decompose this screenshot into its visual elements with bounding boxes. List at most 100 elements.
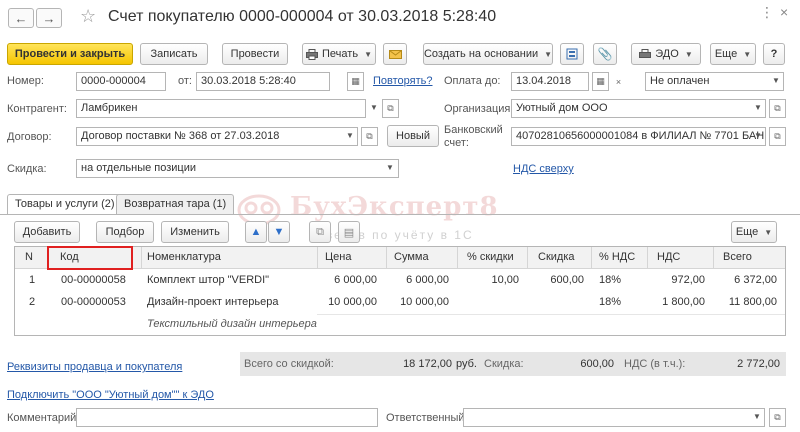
- chevron-down-icon[interactable]: ▼: [754, 131, 762, 140]
- chevron-down-icon[interactable]: ▼: [753, 412, 761, 421]
- discount-total-value: 600,00: [580, 358, 614, 370]
- col-header-total[interactable]: Всего: [723, 251, 752, 263]
- row-code: 00-00000053: [61, 296, 126, 308]
- row-item-description: Текстильный дизайн интерьера: [147, 318, 317, 330]
- page-title: Счет покупателю 0000-000004 от 30.03.201…: [108, 8, 497, 25]
- date-field[interactable]: 30.03.2018 5:28:40: [196, 72, 330, 91]
- discount-select[interactable]: на отдельные позиции: [76, 159, 399, 178]
- responsible-field[interactable]: [463, 408, 765, 427]
- document-structure-button[interactable]: [560, 43, 584, 65]
- chevron-down-icon[interactable]: ▼: [386, 163, 394, 172]
- email-button[interactable]: [383, 43, 407, 65]
- chevron-down-icon[interactable]: ▼: [370, 103, 378, 112]
- bank-account-label-1: Банковский: [444, 124, 503, 136]
- calendar-button[interactable]: ▦: [592, 72, 609, 91]
- col-header-vat[interactable]: НДС: [657, 251, 680, 263]
- col-header-discount-pct[interactable]: % скидки: [467, 251, 514, 263]
- forward-button[interactable]: →: [36, 8, 62, 28]
- open-organization-button[interactable]: ⧉: [769, 99, 786, 118]
- add-row-button[interactable]: Добавить: [14, 221, 80, 243]
- open-responsible-button[interactable]: ⧉: [769, 408, 786, 427]
- arrow-left-icon: ←: [14, 10, 28, 26]
- watermark-tagline: ответов по учёту в 1С: [310, 228, 474, 242]
- move-up-button[interactable]: ▲: [245, 221, 267, 243]
- table-row[interactable]: 1 00-00000058 Комплект штор "VERDI" 6 00…: [15, 270, 785, 292]
- more-label: Еще: [714, 48, 738, 60]
- col-header-item[interactable]: Номенклатура: [147, 251, 221, 263]
- comment-field[interactable]: [76, 408, 378, 427]
- open-counterparty-button[interactable]: ⧉: [382, 99, 399, 118]
- tab-goods-services[interactable]: Товары и услуги (2): [7, 194, 123, 215]
- requisites-link[interactable]: Реквизиты продавца и покупателя: [7, 361, 182, 373]
- date-label: от:: [178, 75, 192, 87]
- repeat-link[interactable]: Повторять?: [373, 75, 433, 87]
- open-link-icon: ⧉: [774, 131, 781, 141]
- close-icon[interactable]: ×: [780, 4, 788, 20]
- organization-field[interactable]: Уютный дом ООО: [511, 99, 766, 118]
- copy-icon: ⧉: [316, 225, 324, 238]
- tab-returnable-packaging[interactable]: Возвратная тара (1): [116, 194, 235, 214]
- paste-icon: ▤: [343, 226, 355, 239]
- contract-field[interactable]: Договор поставки № 368 от 27.03.2018: [76, 127, 358, 146]
- post-button[interactable]: Провести: [222, 43, 288, 65]
- responsible-label: Ответственный:: [386, 412, 468, 424]
- bank-account-field[interactable]: 40702810656000001084 в ФИЛИАЛ № 7701 БАН…: [511, 127, 766, 146]
- chevron-down-icon: ▼: [364, 49, 372, 59]
- comment-label: Комментарий:: [7, 412, 80, 424]
- chevron-down-icon: ▼: [764, 227, 773, 237]
- post-and-close-button[interactable]: Провести и закрыть: [7, 43, 133, 65]
- chevron-down-icon[interactable]: ▼: [346, 131, 354, 140]
- window-menu-icon[interactable]: ⋮: [760, 4, 774, 21]
- table-more-button[interactable]: Еще ▼: [731, 221, 777, 243]
- edo-label: ЭДО: [655, 48, 679, 60]
- number-field[interactable]: 0000-000004: [76, 72, 166, 91]
- open-bank-account-button[interactable]: ⧉: [769, 127, 786, 146]
- paste-button[interactable]: ▤: [338, 221, 360, 243]
- discount-label: Скидка:: [7, 163, 47, 175]
- row-code: 00-00000058: [61, 274, 126, 286]
- help-button[interactable]: ?: [763, 43, 785, 65]
- row-discount: 600,00: [550, 274, 584, 286]
- col-header-vat-pct[interactable]: % НДС: [599, 251, 635, 263]
- table-row[interactable]: 2 00-00000053 Дизайн-проект интерьера Те…: [15, 292, 785, 334]
- contract-label: Договор:: [7, 131, 52, 143]
- more-button[interactable]: Еще ▼: [710, 43, 756, 65]
- counterparty-field[interactable]: Ламбрикен: [76, 99, 366, 118]
- calendar-button[interactable]: ▦: [347, 72, 364, 91]
- row-vat-pct: 18%: [599, 296, 622, 308]
- row-discount-pct: 10,00: [491, 274, 519, 286]
- clear-button[interactable]: ×: [610, 72, 627, 91]
- favorite-star-icon[interactable]: ☆: [80, 6, 96, 27]
- tab-divider: [0, 214, 800, 215]
- col-header-price[interactable]: Цена: [325, 251, 351, 263]
- move-down-button[interactable]: ▼: [268, 221, 290, 243]
- edo-button[interactable]: ЭДО ▼: [631, 43, 701, 65]
- row-vat: 1 800,00: [662, 296, 705, 308]
- row-price: 10 000,00: [328, 296, 377, 308]
- close-icon: ×: [615, 76, 622, 87]
- select-button[interactable]: Подбор: [96, 221, 154, 243]
- new-contract-button[interactable]: Новый: [387, 125, 439, 147]
- back-button[interactable]: ←: [8, 8, 34, 28]
- payment-due-field[interactable]: 13.04.2018: [511, 72, 589, 91]
- totals-bar: Всего со скидкой: 18 172,00 руб. Скидка:…: [240, 352, 786, 376]
- attach-button[interactable]: 📎: [593, 43, 617, 65]
- chevron-down-icon[interactable]: ▼: [754, 103, 762, 112]
- row-n: 2: [29, 296, 36, 308]
- copy-button[interactable]: ⧉: [309, 221, 331, 243]
- open-link-icon: ⧉: [774, 412, 781, 422]
- create-based-on-button[interactable]: Создать на основании ▼: [423, 43, 553, 65]
- write-button[interactable]: Записать: [140, 43, 208, 65]
- vat-link[interactable]: НДС сверху: [513, 163, 574, 175]
- col-header-n[interactable]: N: [25, 251, 33, 263]
- open-contract-button[interactable]: ⧉: [361, 127, 378, 146]
- col-header-sum[interactable]: Сумма: [394, 251, 429, 263]
- col-header-discount[interactable]: Скидка: [538, 251, 575, 263]
- chevron-down-icon: ▼: [684, 49, 693, 59]
- open-link-icon: ⧉: [387, 103, 394, 113]
- chevron-down-icon[interactable]: ▼: [772, 76, 780, 85]
- payment-status-select[interactable]: Не оплачен: [645, 72, 784, 91]
- print-button[interactable]: Печать ▼: [302, 43, 376, 65]
- change-button[interactable]: Изменить: [161, 221, 229, 243]
- connect-edo-link[interactable]: Подключить "ООО "Уютный дом"" к ЭДО: [7, 389, 214, 401]
